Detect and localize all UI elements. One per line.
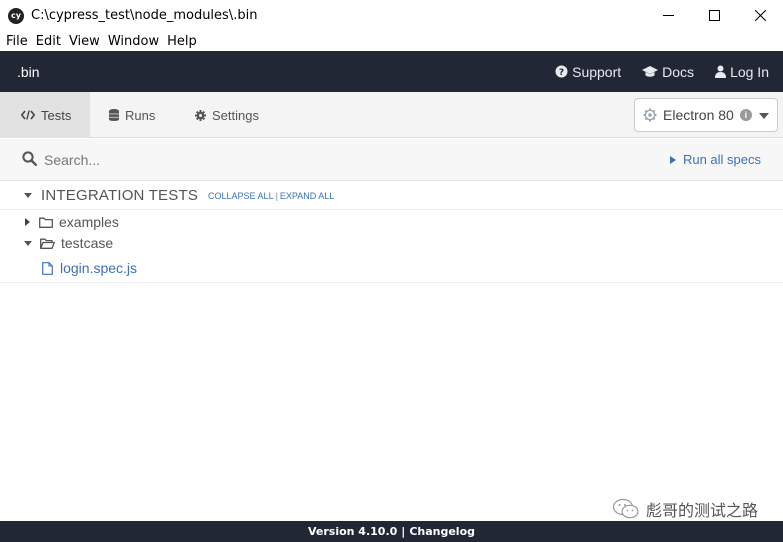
spec-file-login-label: login.spec.js bbox=[60, 260, 138, 276]
close-icon bbox=[754, 10, 766, 21]
run-all-specs-button[interactable]: Run all specs bbox=[669, 152, 761, 167]
info-icon[interactable]: i bbox=[739, 109, 752, 121]
play-icon bbox=[669, 155, 676, 164]
collapse-expand-links: COLLAPSE ALL | EXPAND ALL bbox=[208, 191, 334, 201]
support-label: Support bbox=[572, 63, 622, 80]
search-row: Run all specs bbox=[0, 139, 783, 181]
nav-tabs-bar: Tests Runs Settings Electron 80 i bbox=[0, 92, 783, 138]
cypress-logo-icon: cy bbox=[8, 7, 24, 24]
user-icon bbox=[715, 65, 727, 78]
wechat-icon bbox=[612, 498, 640, 520]
window-titlebar: cy C:\cypress_test\node_modules\.bin bbox=[0, 0, 783, 31]
chevron-down-icon bbox=[759, 113, 769, 119]
question-circle-icon: ? bbox=[555, 65, 568, 78]
menu-file[interactable]: File bbox=[2, 34, 32, 49]
changelog-link[interactable]: Changelog bbox=[409, 525, 475, 538]
watermark-text: 彪哥的测试之路 bbox=[645, 501, 758, 520]
tab-runs-label: Runs bbox=[125, 107, 156, 123]
menu-edit[interactable]: Edit bbox=[32, 34, 65, 49]
folder-testcase-label: testcase bbox=[61, 235, 114, 251]
browser-label: Electron 80 bbox=[663, 107, 734, 123]
search-icon bbox=[22, 151, 37, 166]
search-input[interactable] bbox=[44, 148, 444, 172]
tab-tests-label: Tests bbox=[41, 107, 72, 123]
app-footer: Version 4.10.0 | Changelog bbox=[0, 521, 783, 542]
folder-examples-label: examples bbox=[59, 214, 119, 230]
collapse-all-link[interactable]: COLLAPSE ALL bbox=[208, 191, 274, 201]
integration-tests-header[interactable]: INTEGRATION TESTS COLLAPSE ALL | EXPAND AL… bbox=[0, 182, 783, 210]
link-separator: | bbox=[275, 190, 278, 201]
menu-window[interactable]: Window bbox=[104, 34, 163, 49]
expand-all-link[interactable]: EXPAND ALL bbox=[280, 191, 334, 201]
run-all-specs-label: Run all specs bbox=[682, 152, 761, 167]
login-link[interactable]: Log In bbox=[715, 64, 769, 80]
caret-down-icon bbox=[24, 193, 32, 198]
tree-divider bbox=[0, 282, 783, 283]
version-label: Version 4.10.0 bbox=[307, 525, 398, 538]
folder-examples[interactable]: examples bbox=[0, 212, 119, 232]
menu-help[interactable]: Help bbox=[163, 34, 201, 49]
folder-open-icon bbox=[40, 238, 55, 249]
app-header: .bin ? Support Docs Log In bbox=[0, 51, 783, 92]
database-icon bbox=[109, 109, 119, 121]
svg-text:?: ? bbox=[559, 68, 564, 78]
tab-settings-label: Settings bbox=[212, 107, 259, 123]
menu-bar: File Edit View Window Help bbox=[0, 31, 783, 51]
footer-separator: | bbox=[401, 525, 406, 538]
minimize-button[interactable] bbox=[645, 0, 691, 31]
project-name: .bin bbox=[17, 63, 40, 80]
window-controls bbox=[645, 0, 783, 31]
browser-select[interactable]: Electron 80 i bbox=[634, 98, 778, 132]
folder-icon bbox=[39, 217, 53, 228]
docs-link[interactable]: Docs bbox=[642, 64, 694, 80]
tab-settings[interactable]: Settings bbox=[195, 92, 259, 138]
window-title: C:\cypress_test\node_modules\.bin bbox=[31, 8, 258, 23]
minimize-icon bbox=[662, 15, 674, 16]
electron-icon bbox=[643, 108, 657, 122]
caret-down-icon bbox=[24, 240, 32, 246]
docs-label: Docs bbox=[662, 63, 695, 80]
code-icon bbox=[21, 110, 35, 120]
tab-tests[interactable]: Tests bbox=[0, 92, 90, 138]
menu-view[interactable]: View bbox=[65, 34, 104, 49]
graduation-cap-icon bbox=[642, 65, 659, 78]
close-button[interactable] bbox=[737, 0, 783, 31]
maximize-icon bbox=[708, 10, 720, 21]
watermark: 彪哥的测试之路 bbox=[612, 497, 758, 521]
integration-tests-title: INTEGRATION TESTS bbox=[41, 187, 199, 204]
header-links: ? Support Docs Log In bbox=[534, 51, 769, 92]
gear-icon bbox=[195, 109, 206, 121]
support-link[interactable]: ? Support bbox=[555, 64, 621, 80]
spec-file-login[interactable]: login.spec.js bbox=[0, 258, 137, 278]
tab-runs[interactable]: Runs bbox=[109, 92, 155, 138]
login-label: Log In bbox=[730, 63, 769, 80]
maximize-button[interactable] bbox=[691, 0, 737, 31]
caret-right-icon bbox=[25, 218, 30, 226]
folder-testcase[interactable]: testcase bbox=[0, 233, 113, 253]
file-icon bbox=[42, 261, 53, 275]
